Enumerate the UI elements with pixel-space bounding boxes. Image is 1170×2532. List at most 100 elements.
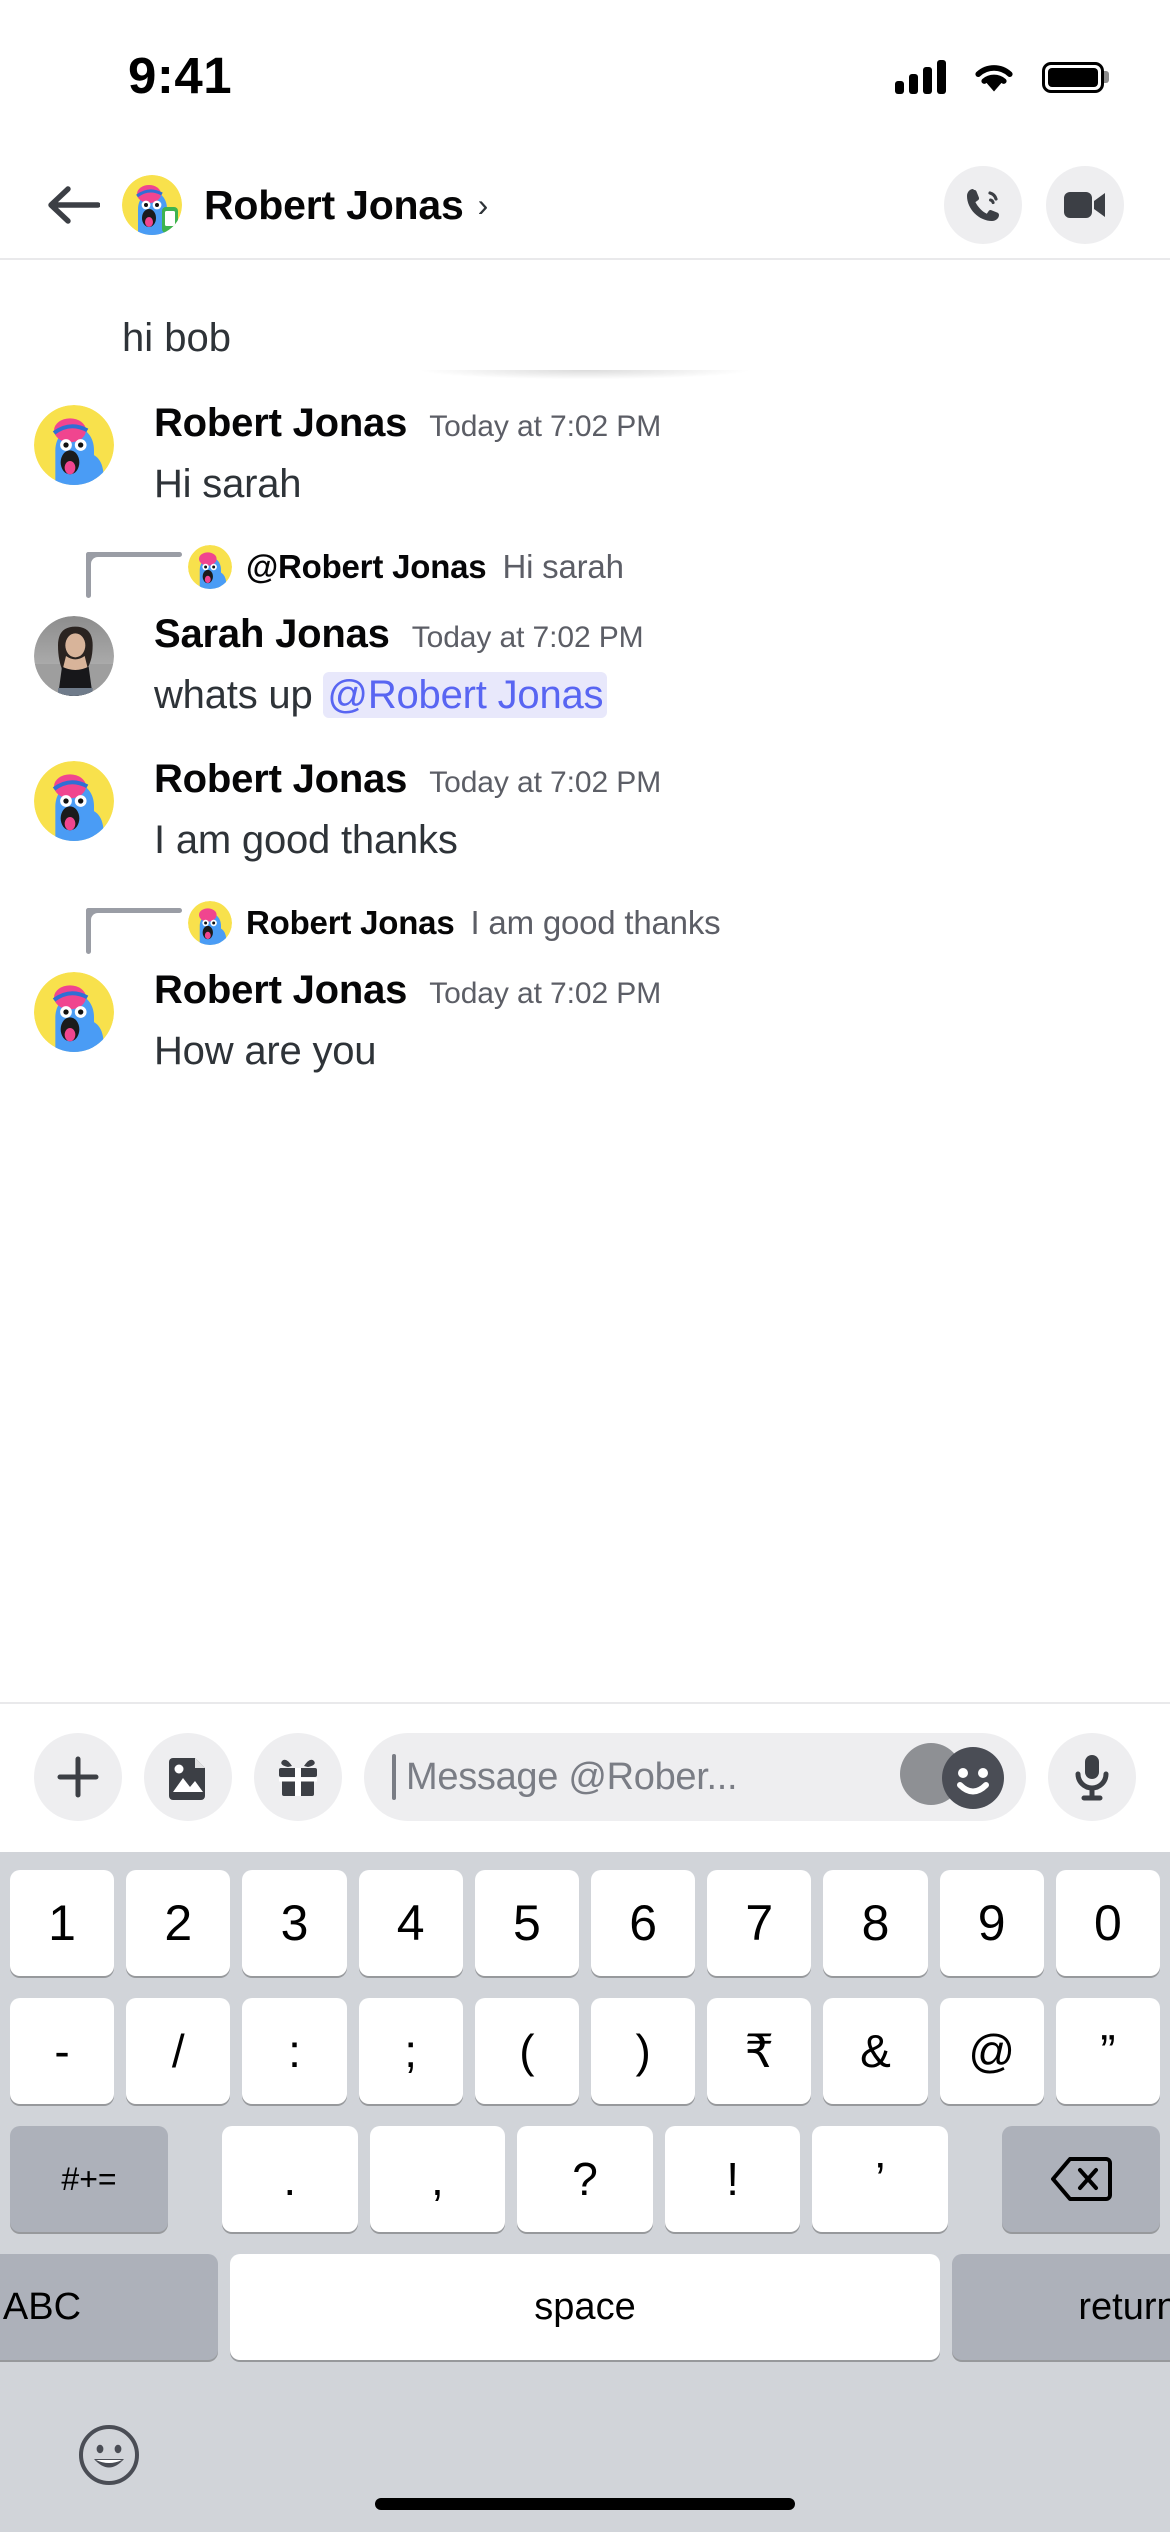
message-author[interactable]: Robert Jonas	[154, 401, 407, 446]
key-at[interactable]: @	[939, 1998, 1044, 2104]
key-ampersand[interactable]: &	[823, 1998, 928, 2104]
key-8[interactable]: 8	[823, 1870, 928, 1976]
key-hyphen[interactable]: -	[9, 1998, 115, 2104]
avatar	[188, 900, 232, 945]
reply-text: Hi sarah	[502, 547, 624, 585]
phone-screen: 9:4 1 Robert Jonas › hi bob Robert Jonas …	[0, 0, 1170, 2532]
key-5[interactable]: 5	[474, 1870, 579, 1976]
emoji-button[interactable]	[900, 1743, 1008, 1809]
key-slash[interactable]: /	[126, 1998, 231, 2104]
key-0[interactable]: 0	[1055, 1870, 1161, 1976]
video-call-button[interactable]	[1046, 166, 1124, 244]
message-text-plain: whats up	[154, 672, 324, 717]
message-author[interactable]: Robert Jonas	[154, 757, 407, 802]
key-paren-close[interactable]: )	[591, 1998, 696, 2104]
reply-connector-icon	[86, 536, 182, 598]
sarah-jonas-photo-avatar	[34, 615, 114, 696]
key-2[interactable]: 2	[126, 1870, 231, 1976]
key-question[interactable]: ?	[517, 2126, 653, 2232]
message-row[interactable]: Sarah Jonas Today at 7:02 PM whats up @R…	[0, 598, 1170, 721]
voice-call-button[interactable]	[944, 166, 1022, 244]
message-row[interactable]: Robert Jonas Today at 7:02 PM I am good …	[0, 721, 1170, 866]
key-colon[interactable]: :	[242, 1998, 347, 2104]
key-1[interactable]: 1	[9, 1870, 115, 1976]
key-quote[interactable]: ”	[1055, 1998, 1161, 2104]
message-header: Robert Jonas Today at 7:02 PM	[154, 968, 1136, 1013]
key-rupee[interactable]: ₹	[707, 1998, 812, 2104]
robert-jonas-avatar-icon	[122, 175, 182, 235]
keyboard-row-numbers: 1 2 3 4 5 6 7 8 9 0	[0, 1870, 1170, 1998]
status-bar: 9:41	[0, 0, 1170, 150]
reply-preview[interactable]: @Robert Jonas Hi sarah	[0, 510, 1170, 598]
microphone-icon	[1075, 1755, 1109, 1801]
chat-header: Robert Jonas ›	[0, 150, 1170, 260]
battery-full-icon	[1042, 61, 1104, 93]
message-timestamp: Today at 7:02 PM	[429, 765, 662, 799]
avatar[interactable]	[34, 760, 114, 841]
gift-icon	[279, 1759, 317, 1796]
key-4[interactable]: 4	[358, 1870, 463, 1976]
robert-jonas-avatar-icon	[34, 971, 114, 1052]
key-comma[interactable]: ,	[369, 2126, 506, 2232]
voice-message-button[interactable]	[1048, 1733, 1136, 1821]
video-camera-icon	[1064, 192, 1105, 218]
chevron-right-icon: ›	[477, 187, 489, 223]
message-body: Robert Jonas Today at 7:02 PM Hi sarah	[114, 401, 1136, 510]
gift-button[interactable]	[254, 1733, 342, 1821]
message-timestamp: Today at 7:02 PM	[429, 409, 662, 443]
message-header: Robert Jonas Today at 7:02 PM	[154, 401, 1136, 446]
status-time: 9:41	[128, 46, 233, 104]
avatar[interactable]	[122, 175, 182, 235]
wifi-icon	[975, 64, 1013, 91]
message-text: whats up @Robert Jonas	[154, 669, 1136, 721]
key-3[interactable]: 3	[242, 1870, 347, 1976]
key-9[interactable]: 9	[939, 1870, 1044, 1976]
keyboard-emoji-icon	[79, 2424, 139, 2485]
add-attachment-button[interactable]	[34, 1733, 122, 1821]
partial-message-text: hi bob	[122, 316, 231, 360]
reply-preview[interactable]: Robert Jonas I am good thanks	[0, 866, 1170, 954]
plus-icon	[57, 1756, 99, 1798]
keyboard-spacer	[180, 2126, 210, 2232]
key-exclamation[interactable]: !	[664, 2126, 801, 2232]
key-space[interactable]: space	[230, 2254, 940, 2360]
key-abc[interactable]: ABC	[0, 2254, 218, 2360]
cellular-signal-icon	[895, 60, 946, 94]
avatar[interactable]	[34, 615, 114, 696]
message-list[interactable]: hi bob Robert Jonas Today at 7:02 PM Hi …	[0, 260, 1170, 1702]
robert-jonas-avatar-icon	[34, 760, 114, 841]
message-text: I am good thanks	[154, 817, 458, 862]
key-paren-open[interactable]: (	[474, 1998, 579, 2104]
keyboard: 1 2 3 4 5 6 7 8 9 0 - / : ; ( ) ₹ & @ ” …	[0, 1852, 1170, 2532]
message-row[interactable]: Robert Jonas Today at 7:02 PM How are yo…	[0, 954, 1170, 1077]
back-button[interactable]	[42, 174, 104, 236]
message-author[interactable]: Robert Jonas	[154, 968, 407, 1013]
mention-pill[interactable]: @Robert Jonas	[323, 671, 608, 718]
image-sticker-button[interactable]	[144, 1733, 232, 1821]
keyboard-row-punctuation: #+= . , ? ! ’	[0, 2126, 1170, 2254]
header-title-group[interactable]: Robert Jonas ›	[204, 182, 944, 229]
avatar	[188, 544, 232, 589]
back-arrow-icon	[48, 186, 100, 224]
key-backspace[interactable]	[1001, 2126, 1160, 2232]
keyboard-emoji-button[interactable]	[78, 2424, 140, 2491]
key-apostrophe[interactable]: ’	[812, 2126, 948, 2232]
message-header: Sarah Jonas Today at 7:02 PM	[154, 612, 1136, 657]
keyboard-row-symbols: - / : ; ( ) ₹ & @ ”	[0, 1998, 1170, 2126]
key-6[interactable]: 6	[591, 1870, 696, 1976]
message-author[interactable]: Sarah Jonas	[154, 612, 390, 657]
avatar[interactable]	[34, 971, 114, 1052]
key-return[interactable]: return	[952, 2254, 1170, 2360]
key-semicolon[interactable]: ;	[358, 1998, 463, 2104]
text-cursor	[392, 1754, 396, 1800]
avatar[interactable]	[34, 404, 114, 485]
message-text: Hi sarah	[154, 461, 302, 506]
message-body: Robert Jonas Today at 7:02 PM How are yo…	[114, 968, 1136, 1077]
message-row[interactable]: Robert Jonas Today at 7:02 PM Hi sarah	[0, 365, 1170, 510]
message-input[interactable]: Message @Rober...	[364, 1733, 1026, 1821]
message-composer: Message @Rober...	[0, 1702, 1170, 1852]
key-7[interactable]: 7	[707, 1870, 812, 1976]
backspace-delete-icon	[1050, 2157, 1112, 2201]
key-symbols-toggle[interactable]: #+=	[10, 2126, 169, 2232]
key-period[interactable]: .	[222, 2126, 358, 2232]
